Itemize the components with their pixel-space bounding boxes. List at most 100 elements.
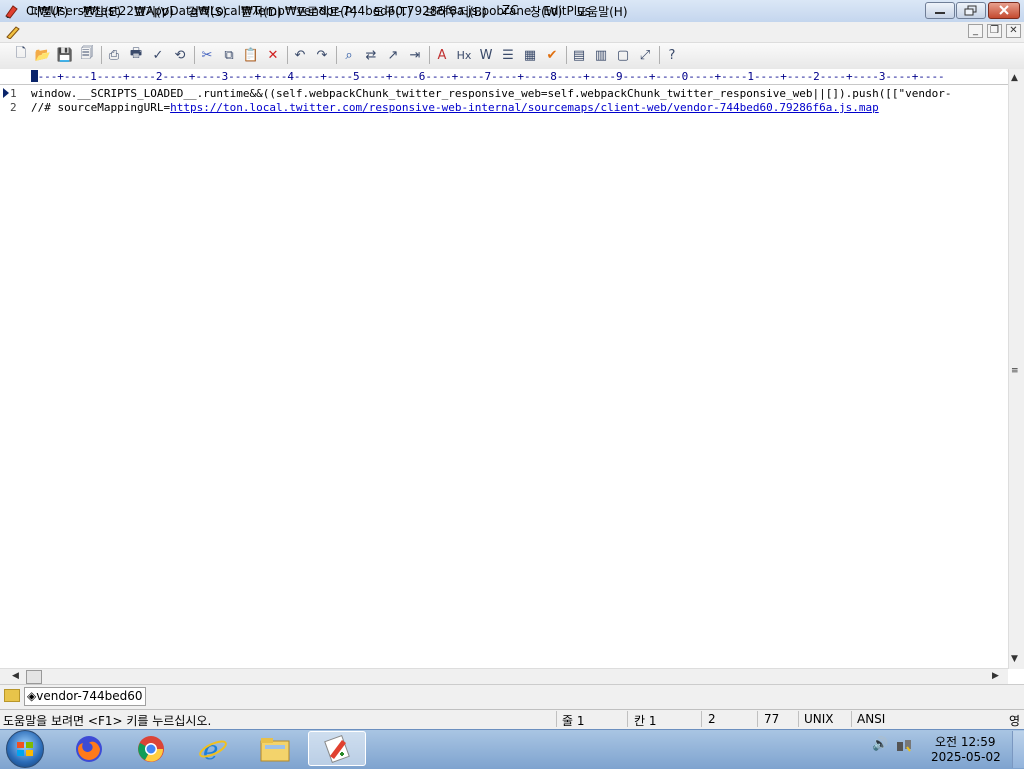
status-line-ending[interactable]: UNIX <box>804 712 834 726</box>
save-icon[interactable]: 💾 <box>56 46 74 64</box>
cliptext-icon[interactable]: ▤ <box>570 46 588 64</box>
scroll-left-arrow-icon[interactable]: ◀ <box>12 671 19 681</box>
print-icon[interactable]: 🖶 <box>127 46 145 64</box>
child-close-button[interactable]: ✕ <box>1006 24 1021 38</box>
ruler-cursor-marker <box>31 70 38 82</box>
copy-icon[interactable]: ⧉ <box>220 46 238 64</box>
scroll-up-arrow-icon[interactable]: ▲ <box>1011 73 1018 83</box>
network-icon[interactable] <box>896 737 912 757</box>
child-minimize-button[interactable]: _ <box>968 24 983 38</box>
menu-search[interactable]: 검색(S) <box>188 3 227 20</box>
check-icon[interactable]: ✔ <box>543 46 561 64</box>
toolbar-separator <box>566 46 567 64</box>
line-number: 2 <box>10 101 17 114</box>
volume-icon[interactable]: 🔊 <box>872 737 888 752</box>
code-line[interactable]: //# sourceMappingURL=https://ton.local.t… <box>31 101 879 114</box>
status-divider <box>757 711 758 727</box>
internet-explorer-icon[interactable]: e <box>186 731 240 766</box>
editplus-app-icon[interactable] <box>4 3 20 19</box>
spellcheck-icon[interactable]: ✓ <box>149 46 167 64</box>
toolbar-separator <box>429 46 430 64</box>
menu-edit[interactable]: 편집(E) <box>82 3 121 20</box>
save-all-icon[interactable]: 🗐 <box>78 46 96 64</box>
menu-tools[interactable]: 도구(T) <box>373 3 412 20</box>
clock-time[interactable]: 오전 12:59 <box>935 733 995 750</box>
open-folder-icon[interactable]: 📂 <box>34 46 52 64</box>
modified-tab-icon: ◈ <box>27 689 37 703</box>
menu-window[interactable]: 창(W) <box>530 3 562 20</box>
menu-view[interactable]: 보기(V) <box>134 3 174 20</box>
status-divider <box>556 711 557 727</box>
firefox-icon[interactable] <box>62 731 116 766</box>
help-icon[interactable]: ? <box>663 46 681 64</box>
font-icon[interactable]: A <box>433 46 451 64</box>
toolbar-separator <box>336 46 337 64</box>
minimize-button[interactable] <box>925 2 955 19</box>
html-toolbar-icon[interactable]: ⟲ <box>171 46 189 64</box>
clock-date[interactable]: 2025-05-02 <box>931 750 1001 764</box>
goto-icon[interactable]: ↗ <box>384 46 402 64</box>
ruler-scale: ----+----1----+----2----+----3----+----4… <box>31 70 945 83</box>
print-preview-icon[interactable]: ⎙ <box>105 46 123 64</box>
editor-area[interactable] <box>0 85 1008 668</box>
menu-file[interactable]: 파일(F) <box>30 3 68 20</box>
svg-text:e: e <box>203 736 218 764</box>
fullscreen-icon[interactable]: ⤢ <box>636 46 654 64</box>
ruler: ----+----1----+----2----+----3----+----4… <box>0 69 1010 85</box>
replace-icon[interactable]: ⇄ <box>362 46 380 64</box>
menu-browser[interactable]: 브라우저(B) <box>425 3 487 20</box>
status-divider <box>701 711 702 727</box>
status-help-text: 도움말을 보려면 <F1> 키를 누르십시오. <box>3 714 212 728</box>
word-wrap-icon[interactable]: ⇥ <box>406 46 424 64</box>
status-divider <box>851 711 852 727</box>
status-file-size: 77 <box>764 712 780 726</box>
toolbar-separator <box>659 46 660 64</box>
delete-icon[interactable]: ✕ <box>264 46 282 64</box>
scroll-grip-icon[interactable]: ≡ <box>1011 366 1019 376</box>
file-explorer-icon[interactable] <box>248 731 302 766</box>
paste-icon[interactable]: 📋 <box>242 46 260 64</box>
current-line-marker-icon <box>3 88 9 98</box>
show-desktop-button[interactable] <box>1012 731 1024 768</box>
tab-document[interactable]: ◈vendor-744bed60 <box>24 687 146 706</box>
restore-button[interactable] <box>956 2 986 19</box>
status-line: 줄 1 <box>562 714 585 728</box>
editplus-taskbar-icon[interactable] <box>308 731 366 766</box>
scroll-right-arrow-icon[interactable]: ▶ <box>992 671 999 681</box>
undo-icon[interactable]: ↶ <box>291 46 309 64</box>
menu-project[interactable]: 프로젝트(P) <box>296 3 357 20</box>
find-icon[interactable]: ⌕ <box>340 46 358 64</box>
menu-help[interactable]: 도움말(H) <box>576 3 628 20</box>
toolbar-separator <box>194 46 195 64</box>
chrome-icon[interactable] <box>124 731 178 766</box>
bold-w-icon[interactable]: W <box>477 46 495 64</box>
status-divider <box>627 711 628 727</box>
status-column: 칸 1 <box>634 714 657 728</box>
column-icon[interactable]: ▦ <box>521 46 539 64</box>
horizontal-scroll-thumb[interactable] <box>26 670 42 684</box>
document-pencil-icon[interactable] <box>6 25 22 42</box>
source-map-link[interactable]: https://ton.local.twitter.com/responsive… <box>170 101 879 114</box>
folder-icon[interactable] <box>4 689 20 702</box>
code-line[interactable]: window.__SCRIPTS_LOADED__.runtime&&((sel… <box>31 87 1006 100</box>
hex-icon[interactable]: Hx <box>455 46 473 64</box>
tab-label: vendor-744bed60 <box>36 689 143 703</box>
status-encoding[interactable]: ANSI <box>857 712 885 726</box>
cut-icon[interactable]: ✂ <box>198 46 216 64</box>
menu-document[interactable]: 문서(D) <box>241 3 282 20</box>
toolbar-separator <box>101 46 102 64</box>
new-file-icon[interactable]: 🗋 <box>12 46 30 64</box>
directory-icon[interactable]: ▥ <box>592 46 610 64</box>
indent-icon[interactable]: ☰ <box>499 46 517 64</box>
menu-zc[interactable]: ZC <box>502 3 519 17</box>
child-restore-button[interactable]: ❐ <box>987 24 1002 38</box>
toolbar-separator <box>287 46 288 64</box>
horizontal-scrollbar[interactable] <box>0 668 1008 685</box>
redo-icon[interactable]: ↷ <box>313 46 331 64</box>
close-window-button[interactable] <box>988 2 1020 19</box>
status-line-count: 2 <box>708 712 716 726</box>
start-button[interactable] <box>6 730 44 768</box>
scroll-down-arrow-icon[interactable]: ▼ <box>1011 654 1018 664</box>
status-ime: 영 <box>1009 714 1021 728</box>
output-icon[interactable]: ▢ <box>614 46 632 64</box>
